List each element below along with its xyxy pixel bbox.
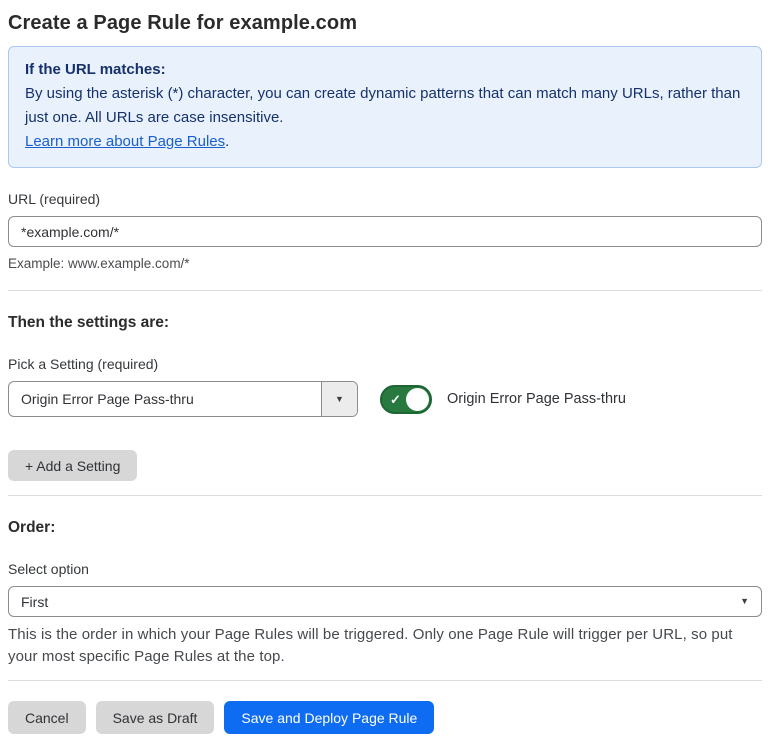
- url-match-info-box: If the URL matches: By using the asteris…: [8, 46, 762, 168]
- add-setting-button[interactable]: + Add a Setting: [8, 450, 138, 481]
- toggle-knob: [406, 387, 429, 411]
- divider-settings-section: [8, 495, 762, 496]
- order-select[interactable]: First ▼: [8, 586, 762, 617]
- page-title: Create a Page Rule for example.com: [8, 12, 358, 34]
- order-helper-text: This is the order in which your Page Rul…: [8, 626, 733, 665]
- setting-toggle[interactable]: ✓: [380, 384, 432, 414]
- chevron-down-icon: ▼: [740, 596, 749, 606]
- divider-url-section: [8, 290, 762, 291]
- pick-setting-label: Pick a Setting (required): [8, 356, 159, 372]
- info-box-link-line: Learn more about Page Rules.: [25, 130, 745, 154]
- order-select-label: Select option: [8, 561, 89, 577]
- checkmark-icon: ✓: [390, 391, 401, 407]
- setting-row: Origin Error Page Pass-thru ▼ ✓ Origin E…: [8, 381, 762, 417]
- url-field-label: URL (required): [8, 191, 101, 207]
- save-and-deploy-button[interactable]: Save and Deploy Page Rule: [224, 701, 435, 734]
- setting-picker-combobox[interactable]: Origin Error Page Pass-thru ▼: [8, 381, 358, 417]
- settings-section-heading: Then the settings are:: [8, 314, 170, 331]
- setting-picker-dropdown-button[interactable]: ▼: [321, 382, 357, 416]
- divider-footer: [8, 680, 762, 681]
- learn-more-link[interactable]: Learn more about Page Rules: [25, 133, 225, 150]
- url-example-helper: Example: www.example.com/*: [8, 256, 190, 271]
- link-suffix: .: [225, 133, 230, 150]
- url-input[interactable]: [8, 216, 762, 247]
- info-box-heading: If the URL matches:: [25, 61, 166, 78]
- save-as-draft-button[interactable]: Save as Draft: [95, 701, 215, 734]
- footer-actions: Cancel Save as Draft Save and Deploy Pag…: [8, 701, 762, 734]
- setting-picker-value: Origin Error Page Pass-thru: [21, 391, 194, 407]
- cancel-button[interactable]: Cancel: [8, 701, 86, 734]
- info-box-body: By using the asterisk (*) character, you…: [25, 85, 741, 126]
- chevron-down-icon: ▼: [335, 393, 344, 404]
- order-section-heading: Order:: [8, 519, 56, 536]
- setting-toggle-label: Origin Error Page Pass-thru: [447, 391, 626, 407]
- order-select-value: First: [21, 593, 49, 610]
